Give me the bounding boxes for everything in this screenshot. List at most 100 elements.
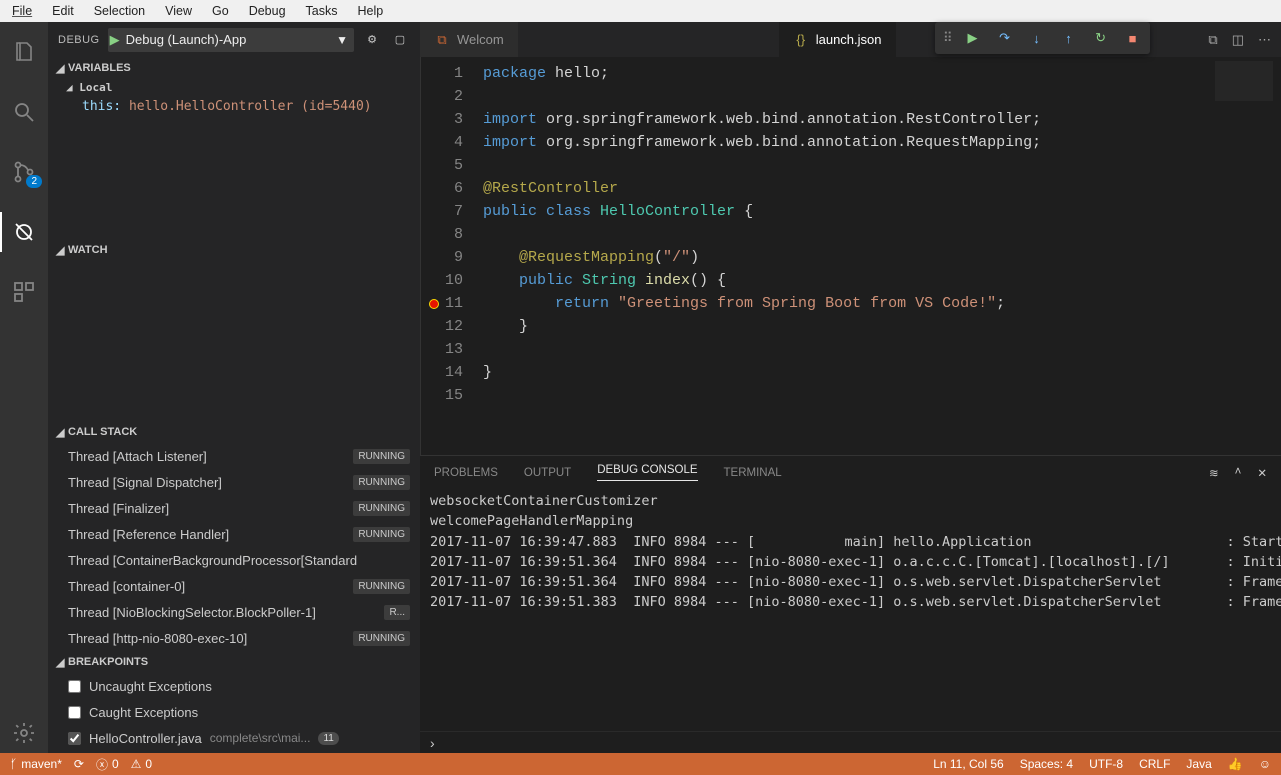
variable-this[interactable]: this: hello.HelloController (id=5440) [66,96,420,117]
panel-up-icon[interactable]: ˄ [1235,466,1242,480]
gear-icon [12,721,36,745]
breakpoint-glyph[interactable] [429,299,439,309]
variables-section-header[interactable]: ◢VARIABLES [48,57,420,79]
menu-go[interactable]: Go [202,2,239,20]
start-debug-icon: ▶ [110,32,120,47]
vscode-icon: ⧉ [434,32,450,48]
debug-console-input-area[interactable]: › [420,731,1281,753]
thread-row[interactable]: Thread [ContainerBackgroundProcessor[Sta… [48,547,420,573]
breakpoints-section-header[interactable]: ◢BREAKPOINTS [48,651,420,673]
code-editor[interactable]: 1 2 3 4 5 6 7 8 9 10 11 12 13 14 15 pack… [420,57,1281,455]
activity-explorer[interactable] [0,32,48,72]
bp-file[interactable]: HelloController.javacomplete\src\mai...1… [48,725,420,751]
thread-row[interactable]: Thread [Signal Dispatcher]RUNNING [48,469,420,495]
menu-bar: File Edit Selection View Go Debug Tasks … [0,0,1281,22]
step-out-icon[interactable]: ↑ [1060,31,1078,46]
debug-header: DEBUG ▶ Debug (Launch)-App ▼ ⚙ ▢ [48,22,420,57]
chevron-right-icon: › [430,735,435,751]
status-sync[interactable]: ⟳ [74,757,84,771]
bp-uncaught[interactable]: Uncaught Exceptions [48,673,420,699]
panel-tabs: PROBLEMS OUTPUT DEBUG CONSOLE TERMINAL ≋… [420,456,1281,489]
continue-icon[interactable]: ▶ [964,30,982,46]
thread-row[interactable]: Thread [Attach Listener]RUNNING [48,443,420,469]
more-icon[interactable]: ⋯ [1258,32,1271,48]
activity-search[interactable] [0,92,48,132]
scm-badge: 2 [26,175,42,188]
menu-file[interactable]: File [2,2,42,20]
activity-bar: 2 [0,22,48,753]
menu-help[interactable]: Help [348,2,394,20]
thread-row[interactable]: Thread [container-0]RUNNING [48,573,420,599]
debug-console-toggle-icon[interactable]: ▢ [390,33,410,46]
panel-close-icon[interactable]: ✕ [1257,466,1267,480]
tab-launch-label: launch.json [816,32,882,47]
status-bar: ᚶ maven* ⟳ ⓧ 0 ⚠ 0 Ln 11, Col 56 Spaces:… [0,753,1281,775]
local-scope[interactable]: ◢ Local [66,79,420,96]
status-branch[interactable]: ᚶ maven* [10,757,62,771]
debug-label: DEBUG [58,34,100,46]
bp-caught[interactable]: Caught Exceptions [48,699,420,725]
stop-icon[interactable]: ■ [1124,31,1142,46]
minimap[interactable] [1211,57,1281,455]
tab-welcome[interactable]: ⧉ Welcom [420,22,519,57]
status-cursor-pos[interactable]: Ln 11, Col 56 [933,757,1004,771]
breakpoints-body: Uncaught Exceptions Caught Exceptions He… [48,673,420,751]
bp-uncaught-check[interactable] [68,680,81,693]
tab-welcome-label: Welcom [457,32,504,47]
code-content[interactable]: package hello; import org.springframewor… [483,57,1211,455]
tab-launch-json[interactable]: {} launch.json [779,22,897,57]
watch-body [48,261,420,421]
search-icon [12,100,36,124]
status-language[interactable]: Java [1186,757,1211,771]
menu-tasks[interactable]: Tasks [296,2,348,20]
files-icon [12,40,36,64]
debug-config-select[interactable]: ▶ Debug (Launch)-App ▼ [108,28,354,52]
bp-line-badge: 11 [318,732,338,745]
callstack-section-header[interactable]: ◢CALL STACK [48,421,420,443]
step-over-icon[interactable]: ↷ [996,30,1014,46]
menu-debug[interactable]: Debug [239,2,296,20]
menu-edit[interactable]: Edit [42,2,84,20]
thread-row[interactable]: Thread [NioBlockingSelector.BlockPoller-… [48,599,420,625]
step-into-icon[interactable]: ↓ [1028,31,1046,46]
panel-tab-problems[interactable]: PROBLEMS [434,467,498,479]
debug-config-name: Debug (Launch)-App [126,32,247,47]
panel-tab-output[interactable]: OUTPUT [524,467,571,479]
menu-view[interactable]: View [155,2,202,20]
split-editor-icon[interactable]: ◫ [1232,32,1244,48]
bp-file-check[interactable] [68,732,81,745]
json-icon: {} [793,32,809,48]
activity-extensions[interactable] [0,272,48,312]
variables-body: ◢ Local this: hello.HelloController (id=… [48,79,420,239]
activity-debug[interactable] [0,212,48,252]
status-warnings[interactable]: ⚠ 0 [131,757,152,771]
activity-scm[interactable]: 2 [0,152,48,192]
callstack-body: Thread [Attach Listener]RUNNING Thread [… [48,443,420,651]
clear-console-icon[interactable]: ≋ [1209,466,1219,480]
activity-settings[interactable] [0,713,48,753]
panel-tab-terminal[interactable]: TERMINAL [724,467,782,479]
panel-tab-debug-console[interactable]: DEBUG CONSOLE [597,464,697,481]
status-feedback-icon[interactable]: 👍 [1228,757,1243,771]
bp-caught-check[interactable] [68,706,81,719]
thread-row[interactable]: Thread [Finalizer]RUNNING [48,495,420,521]
debug-settings-icon[interactable]: ⚙ [362,33,382,46]
thread-row[interactable]: Thread [Reference Handler]RUNNING [48,521,420,547]
debug-toolbar[interactable]: ⠿ ▶ ↷ ↓ ↑ ↻ ■ [935,22,1150,54]
chevron-down-icon: ▼ [336,33,348,47]
restart-icon[interactable]: ↻ [1092,30,1110,46]
line-gutter: 1 2 3 4 5 6 7 8 9 10 11 12 13 14 15 [425,57,483,455]
status-indent[interactable]: Spaces: 4 [1020,757,1073,771]
status-eol[interactable]: CRLF [1139,757,1170,771]
status-encoding[interactable]: UTF-8 [1089,757,1123,771]
drag-grip-icon[interactable]: ⠿ [943,30,950,46]
thread-row[interactable]: Thread [http-nio-8080-exec-10]RUNNING [48,625,420,651]
watch-section-header[interactable]: ◢WATCH [48,239,420,261]
editor-group: ⧉ Welcom {} launch.json ⧉ ◫ ⋯ ⠿ ▶ ↷ ↓ ↑ … [420,22,1281,753]
menu-selection[interactable]: Selection [84,2,155,20]
status-errors[interactable]: ⓧ 0 [96,756,119,773]
debug-console-output[interactable]: websocketContainerCustomizer welcomePage… [420,489,1281,731]
extensions-icon [12,280,36,304]
status-smiley-icon[interactable]: ☺ [1259,757,1271,771]
compare-icon[interactable]: ⧉ [1208,32,1217,48]
